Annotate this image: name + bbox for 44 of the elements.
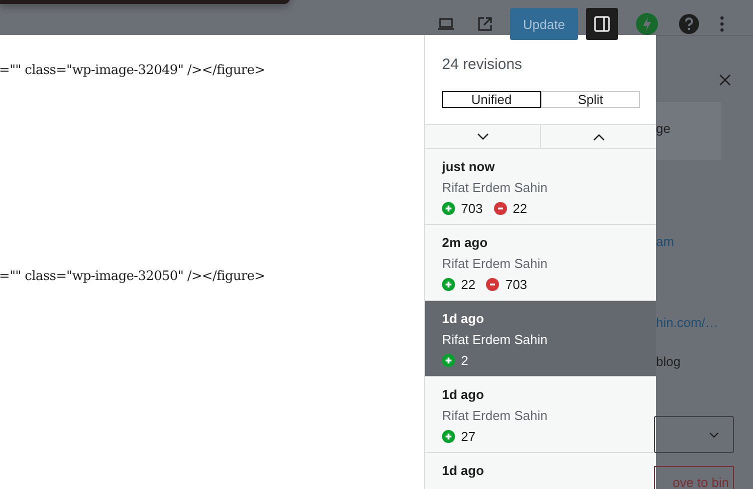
minus-circle-icon bbox=[494, 202, 507, 215]
revision-item[interactable]: 2m ago Rifat Erdem Sahin 22 703 bbox=[425, 225, 656, 301]
revision-author: Rifat Erdem Sahin bbox=[442, 180, 548, 197]
code-line: ="" class="wp-image-32050" /></figure> bbox=[0, 269, 266, 286]
help-icon[interactable] bbox=[678, 13, 700, 35]
added-count: 22 bbox=[461, 277, 476, 292]
revision-item[interactable]: 1d ago bbox=[425, 453, 656, 489]
added-count: 27 bbox=[461, 429, 476, 444]
laptop-icon[interactable] bbox=[436, 16, 456, 32]
chevron-up-icon bbox=[592, 132, 604, 140]
revision-item[interactable]: just now Rifat Erdem Sahin 703 22 bbox=[425, 149, 656, 225]
more-options-icon[interactable] bbox=[720, 15, 724, 33]
minus-circle-icon bbox=[486, 278, 500, 291]
chevron-down-icon bbox=[709, 432, 719, 438]
close-icon[interactable] bbox=[719, 74, 731, 86]
view-mode-tab[interactable]: Unified bbox=[442, 91, 541, 108]
chevron-down-icon bbox=[476, 132, 488, 140]
added-count: 2 bbox=[461, 353, 468, 368]
code-line: ="" class="wp-image-32049" /></figure> bbox=[0, 63, 266, 80]
removed-count: 22 bbox=[512, 201, 528, 216]
revision-time: 1d ago bbox=[442, 311, 485, 328]
added-count: 703 bbox=[461, 201, 483, 216]
revision-time: 2m ago bbox=[442, 235, 489, 252]
revision-time: 1d ago bbox=[442, 463, 485, 480]
revision-author: Rifat Erdem Sahin bbox=[442, 332, 548, 349]
dropdown-field[interactable] bbox=[654, 416, 734, 453]
revision-item[interactable]: 1d ago Rifat Erdem Sahin 2 bbox=[425, 301, 656, 377]
external-link-icon[interactable] bbox=[476, 15, 494, 33]
revision-time: just now bbox=[442, 159, 496, 176]
removed-count: 703 bbox=[505, 277, 528, 292]
plus-circle-icon bbox=[442, 430, 455, 443]
sidebar-panel-icon bbox=[593, 15, 611, 33]
view-mode-tab[interactable]: Split bbox=[541, 91, 640, 108]
revision-author: Rifat Erdem Sahin bbox=[442, 408, 548, 425]
plus-circle-icon bbox=[442, 354, 455, 367]
revisions-count: 24 revisions bbox=[441, 55, 524, 71]
plus-circle-icon bbox=[442, 202, 455, 215]
card-text: ge bbox=[656, 121, 670, 136]
sidebar-label: blog bbox=[656, 354, 681, 369]
revision-time: 1d ago bbox=[442, 387, 485, 404]
sidebar-toggle-button[interactable] bbox=[586, 8, 618, 40]
revision-item[interactable]: 1d ago Rifat Erdem Sahin 27 bbox=[425, 377, 656, 453]
plus-circle-icon bbox=[442, 278, 455, 291]
revision-author: Rifat Erdem Sahin bbox=[442, 256, 548, 273]
